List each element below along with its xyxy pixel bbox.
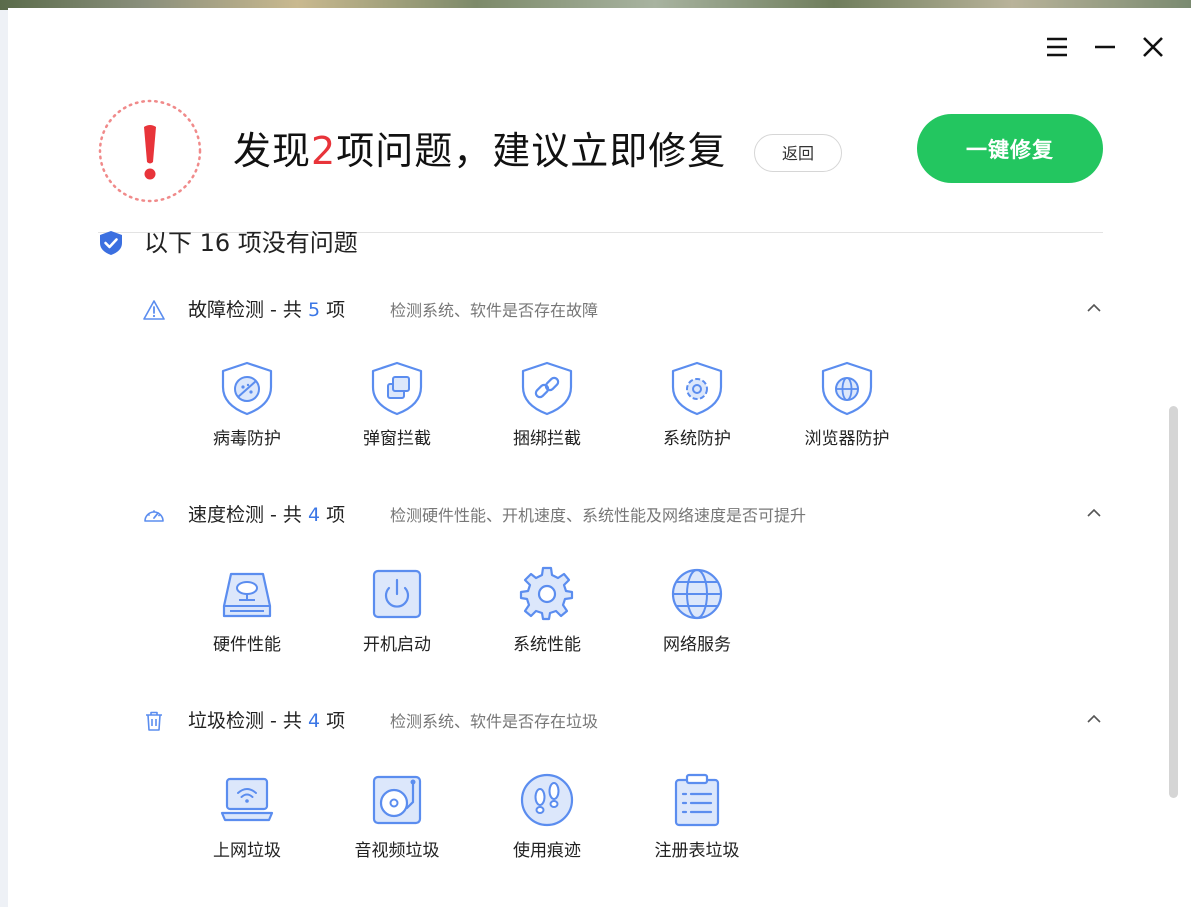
link-shield-icon — [521, 361, 573, 416]
popup-shield-icon — [371, 361, 423, 416]
issue-count: 2 — [311, 129, 337, 173]
item-label: 网络服务 — [663, 635, 731, 655]
no-issue-text: 以下 16 项没有问题 — [144, 229, 358, 257]
gear-icon — [519, 566, 574, 621]
item-label: 音视频垃圾 — [354, 841, 440, 861]
item-label: 上网垃圾 — [213, 841, 281, 861]
trash-icon — [146, 711, 162, 731]
item-label: 使用痕迹 — [513, 841, 581, 861]
item-usage-traces[interactable]: 使用痕迹 — [497, 772, 597, 862]
media-player-icon — [372, 775, 422, 825]
item-label: 弹窗拦截 — [363, 429, 431, 449]
section-fault-detection: 故障检测 - 共 5 项 检测系统、软件是否存在故障 — [143, 297, 1103, 323]
item-label: 病毒防护 — [213, 429, 281, 449]
collapse-chevron-icon[interactable] — [1085, 504, 1103, 522]
item-label: 硬件性能 — [213, 635, 281, 655]
warning-icon — [143, 300, 165, 320]
hardware-icon — [222, 572, 272, 618]
collapse-chevron-icon[interactable] — [1085, 710, 1103, 728]
item-label: 系统防护 — [663, 429, 731, 449]
section-description: 检测系统、软件是否存在故障 — [390, 301, 599, 320]
item-system-performance[interactable]: 系统性能 — [497, 566, 597, 656]
item-browser-protection[interactable]: 浏览器防护 — [797, 360, 897, 450]
item-label: 注册表垃圾 — [654, 841, 740, 861]
footprints-icon — [520, 773, 574, 827]
one-click-fix-button[interactable]: 一键修复 — [917, 114, 1103, 183]
globe-shield-icon — [821, 361, 873, 416]
laptop-wifi-icon — [220, 777, 274, 822]
item-virus-protection[interactable]: 病毒防护 — [197, 360, 297, 450]
item-media-junk[interactable]: 音视频垃圾 — [347, 772, 447, 862]
minimize-icon[interactable] — [1092, 34, 1118, 60]
item-bundle-block[interactable]: 捆绑拦截 — [497, 360, 597, 450]
item-startup[interactable]: 开机启动 — [347, 566, 447, 656]
scrollbar[interactable] — [1169, 406, 1178, 798]
section-speed-detection: 速度检测 - 共 4 项 检测硬件性能、开机速度、系统性能及网络速度是否可提升 — [143, 502, 1103, 528]
section-title: 故障检测 - 共 5 项 — [188, 299, 346, 321]
globe-icon — [671, 568, 723, 620]
gear-shield-icon — [671, 361, 723, 416]
item-network-service[interactable]: 网络服务 — [647, 566, 747, 656]
item-label: 开机启动 — [363, 635, 431, 655]
item-registry-junk[interactable]: 注册表垃圾 — [647, 772, 747, 862]
page-title: 发现2项问题，建议立即修复 — [233, 126, 726, 176]
section-title: 速度检测 - 共 4 项 — [188, 504, 346, 526]
scan-result-window: 发现2项问题，建议立即修复 返回 一键修复 以下 16 项没有问题 故障检测 -… — [8, 8, 1191, 907]
section-description: 检测硬件性能、开机速度、系统性能及网络速度是否可提升 — [390, 506, 807, 525]
collapse-chevron-icon[interactable] — [1085, 299, 1103, 317]
item-popup-block[interactable]: 弹窗拦截 — [347, 360, 447, 450]
back-button[interactable]: 返回 — [754, 134, 842, 172]
item-system-protection[interactable]: 系统防护 — [647, 360, 747, 450]
check-shield-icon — [100, 231, 122, 255]
speedometer-icon — [144, 510, 164, 522]
headline-prefix: 发现 — [233, 129, 312, 173]
headline-suffix: 项问题，建议立即修复 — [336, 129, 727, 173]
item-label: 系统性能 — [513, 635, 581, 655]
item-label: 捆绑拦截 — [513, 429, 581, 449]
item-internet-junk[interactable]: 上网垃圾 — [197, 772, 297, 862]
menu-icon[interactable] — [1044, 34, 1070, 60]
section-junk-detection: 垃圾检测 - 共 4 项 检测系统、软件是否存在垃圾 — [143, 708, 1103, 734]
alert-exclamation-icon — [98, 99, 202, 203]
virus-shield-icon — [221, 361, 273, 416]
clipboard-list-icon — [674, 773, 720, 827]
section-description: 检测系统、软件是否存在垃圾 — [390, 712, 599, 731]
close-icon[interactable] — [1140, 34, 1166, 60]
section-title: 垃圾检测 - 共 4 项 — [188, 710, 346, 732]
power-icon — [372, 569, 422, 619]
item-label: 浏览器防护 — [804, 429, 890, 449]
item-hardware-performance[interactable]: 硬件性能 — [197, 566, 297, 656]
